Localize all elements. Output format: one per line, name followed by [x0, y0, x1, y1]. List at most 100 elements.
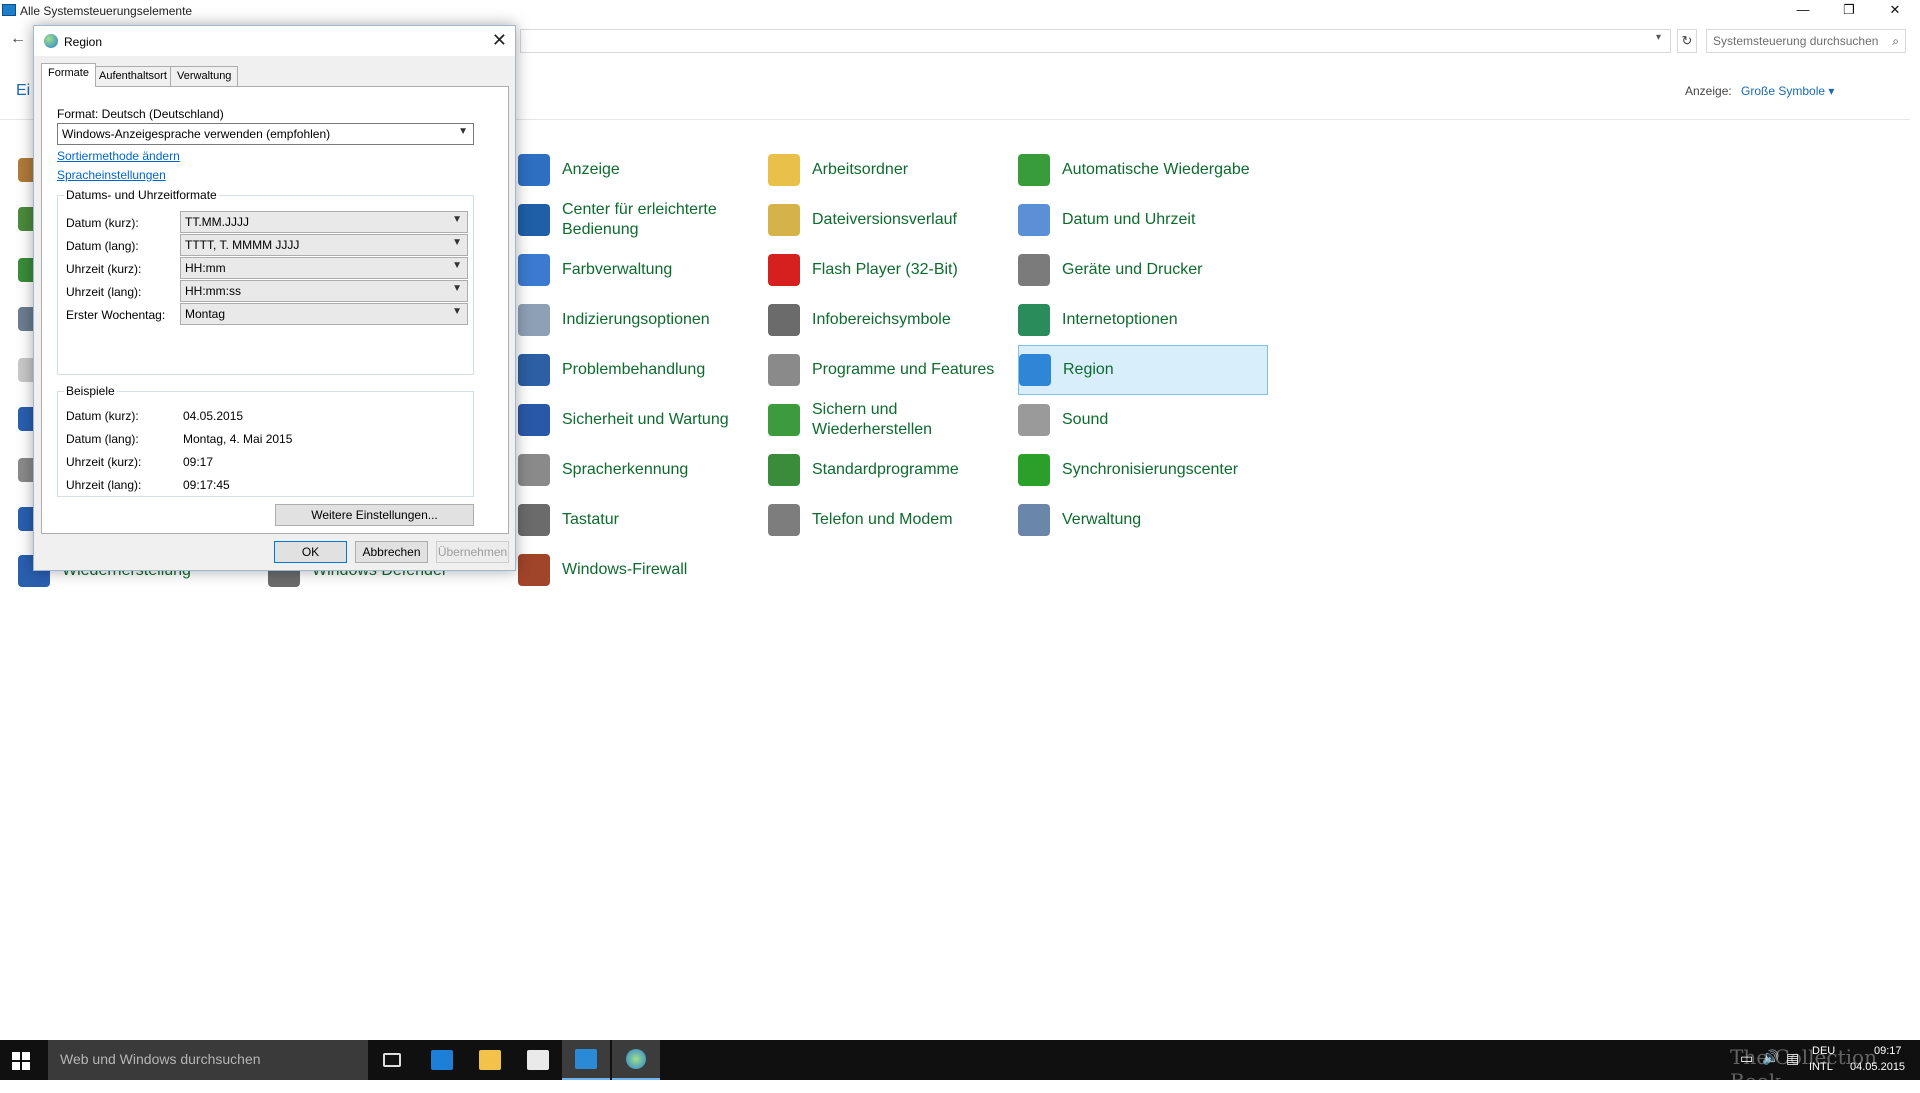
more-settings-button[interactable]: Weitere Einstellungen...	[275, 504, 474, 526]
window-titlebar: Alle Systemsteuerungselemente — ❐ ✕	[0, 0, 1920, 22]
region-taskbar-button[interactable]	[612, 1040, 660, 1080]
refresh-button[interactable]: ↻	[1677, 29, 1697, 53]
format-row-label: Datum (lang):	[66, 239, 139, 253]
page-heading: Ei	[16, 82, 31, 99]
browser-icon	[431, 1050, 453, 1070]
item-label: Standardprogramme	[812, 461, 959, 478]
item-label: Geräte und Drucker	[1062, 261, 1203, 278]
default-programs-icon	[768, 454, 800, 486]
item-label: Sound	[1062, 411, 1109, 428]
back-button[interactable]: ←	[10, 30, 26, 48]
format-row-label: Erster Wochentag:	[66, 308, 166, 322]
ok-button[interactable]: OK	[274, 541, 347, 563]
view-mode-dropdown[interactable]: Große Symbole ▾	[1741, 84, 1834, 98]
item-internetoptionen[interactable]: Internetoptionen	[1018, 295, 1268, 345]
format-row-select[interactable]: TT.MM.JJJJ ▼	[180, 211, 468, 233]
item-problembehandlung[interactable]: Problembehandlung	[518, 345, 768, 395]
control-panel-icon	[2, 4, 16, 16]
item-arbeitsordner[interactable]: Arbeitsordner	[768, 145, 1018, 195]
color-management-icon	[518, 254, 550, 286]
item-synchronisierungscenter[interactable]: Synchronisierungscenter	[1018, 445, 1268, 495]
firewall-icon	[518, 554, 550, 586]
item-spracherkennung[interactable]: Spracherkennung	[518, 445, 768, 495]
item-anzeige[interactable]: Anzeige	[518, 145, 768, 195]
control-panel-icon	[575, 1049, 597, 1069]
item-label: Arbeitsordner	[812, 161, 909, 178]
windows-start-icon[interactable]	[12, 1052, 30, 1070]
format-row-select[interactable]: HH:mm ▼	[180, 257, 468, 279]
troubleshoot-icon	[518, 354, 550, 386]
taskbar-search-box[interactable]: Web und Windows durchsuchen	[48, 1040, 368, 1080]
sort-method-link[interactable]: Sortiermethode ändern	[57, 149, 180, 163]
item-sicherheit-und-wartung[interactable]: Sicherheit und Wartung	[518, 395, 768, 445]
format-row-select[interactable]: TTTT, T. MMMM JJJJ ▼	[180, 234, 468, 256]
dialog-title: Region	[64, 35, 103, 49]
maximize-button[interactable]: ❐	[1826, 0, 1872, 22]
close-button[interactable]: ✕	[1872, 0, 1918, 22]
monitor-icon	[518, 154, 550, 186]
item-label: Telefon und Modem	[812, 511, 953, 528]
format-row-select[interactable]: Montag ▼	[180, 303, 468, 325]
tab-formate[interactable]: Formate	[41, 63, 96, 87]
flag-icon	[518, 404, 550, 436]
address-dropdown-icon[interactable]: ▾	[1656, 32, 1661, 43]
item-telefon-und-modem[interactable]: Telefon und Modem	[768, 495, 1018, 545]
item-dateiversionsverlauf[interactable]: Dateiversionsverlauf	[768, 195, 1018, 245]
programs-icon	[768, 354, 800, 386]
item-flash-player-32-bit[interactable]: Flash Player (32-Bit)	[768, 245, 1018, 295]
item-center-für-erleichterte-bedienung[interactable]: Center für erleichterte Bedienung	[518, 195, 768, 245]
item-sound[interactable]: Sound	[1018, 395, 1268, 445]
notification-icon	[768, 304, 800, 336]
format-row-label: Datum (kurz):	[66, 216, 139, 230]
item-label: Sicherheit und Wartung	[562, 411, 729, 428]
format-row-value: HH:mm	[185, 261, 226, 275]
globe-icon	[44, 34, 58, 48]
example-label: Uhrzeit (lang):	[66, 478, 142, 492]
item-label: Dateiversionsverlauf	[812, 211, 957, 228]
printer-icon	[1018, 254, 1050, 286]
item-automatische-wiedergabe[interactable]: Automatische Wiedergabe	[1018, 145, 1268, 195]
minimize-button[interactable]: —	[1780, 0, 1826, 22]
item-datum-und-uhrzeit[interactable]: Datum und Uhrzeit	[1018, 195, 1268, 245]
example-value: Montag, 4. Mai 2015	[183, 432, 293, 446]
explorer-taskbar-button[interactable]	[466, 1040, 514, 1080]
formats-group-title: Datums- und Uhrzeitformate	[64, 188, 219, 202]
ease-of-access-icon	[518, 204, 550, 236]
edge-taskbar-button[interactable]	[418, 1040, 466, 1080]
globe-icon	[626, 1049, 646, 1069]
example-label: Datum (kurz):	[66, 409, 139, 423]
item-label: Farbverwaltung	[562, 261, 673, 278]
address-bar[interactable]	[520, 29, 1671, 53]
item-indizierungsoptionen[interactable]: Indizierungsoptionen	[518, 295, 768, 345]
item-label: Internetoptionen	[1062, 311, 1178, 328]
format-row-select[interactable]: HH:mm:ss ▼	[180, 280, 468, 302]
format-label: Format: Deutsch (Deutschland)	[57, 107, 224, 121]
format-select[interactable]: Windows-Anzeigesprache verwenden (empfoh…	[57, 123, 474, 145]
item-infobereichsymbole[interactable]: Infobereichsymbole	[768, 295, 1018, 345]
item-geräte-und-drucker[interactable]: Geräte und Drucker	[1018, 245, 1268, 295]
item-label: Sichern und Wiederherstellen	[812, 401, 933, 438]
apply-button: Übernehmen	[436, 541, 509, 563]
item-standardprogramme[interactable]: Standardprogramme	[768, 445, 1018, 495]
search-input[interactable]: Systemsteuerung durchsuchen ⌕	[1706, 29, 1906, 53]
store-taskbar-button[interactable]	[514, 1040, 562, 1080]
item-verwaltung[interactable]: Verwaltung	[1018, 495, 1268, 545]
tab-verwaltung[interactable]: Verwaltung	[170, 66, 239, 86]
item-programme-und-features[interactable]: Programme und Features	[768, 345, 1018, 395]
control-panel-taskbar-button[interactable]	[562, 1040, 610, 1080]
item-tastatur[interactable]: Tastatur	[518, 495, 768, 545]
item-sichern-und-wiederherstellen[interactable]: Sichern und Wiederherstellen	[768, 395, 1018, 445]
chevron-down-icon: ▼	[452, 306, 462, 317]
item-farbverwaltung[interactable]: Farbverwaltung	[518, 245, 768, 295]
item-region[interactable]: Region	[1018, 345, 1268, 395]
item-label: Infobereichsymbole	[812, 311, 951, 328]
dialog-close-button[interactable]: ✕	[492, 30, 507, 51]
taskbar: Web und Windows durchsuchen ▭ 🔊 ▤ DEU IN…	[0, 1040, 1920, 1080]
language-settings-link[interactable]: Spracheinstellungen	[57, 168, 166, 182]
item-windows-firewall[interactable]: Windows-Firewall	[518, 545, 768, 595]
format-row-value: Montag	[185, 307, 226, 321]
cancel-button[interactable]: Abbrechen	[355, 541, 428, 563]
tab-aufenthaltsort[interactable]: Aufenthaltsort	[92, 66, 174, 86]
task-view-button[interactable]	[368, 1040, 416, 1080]
chevron-down-icon: ▼	[452, 260, 462, 271]
